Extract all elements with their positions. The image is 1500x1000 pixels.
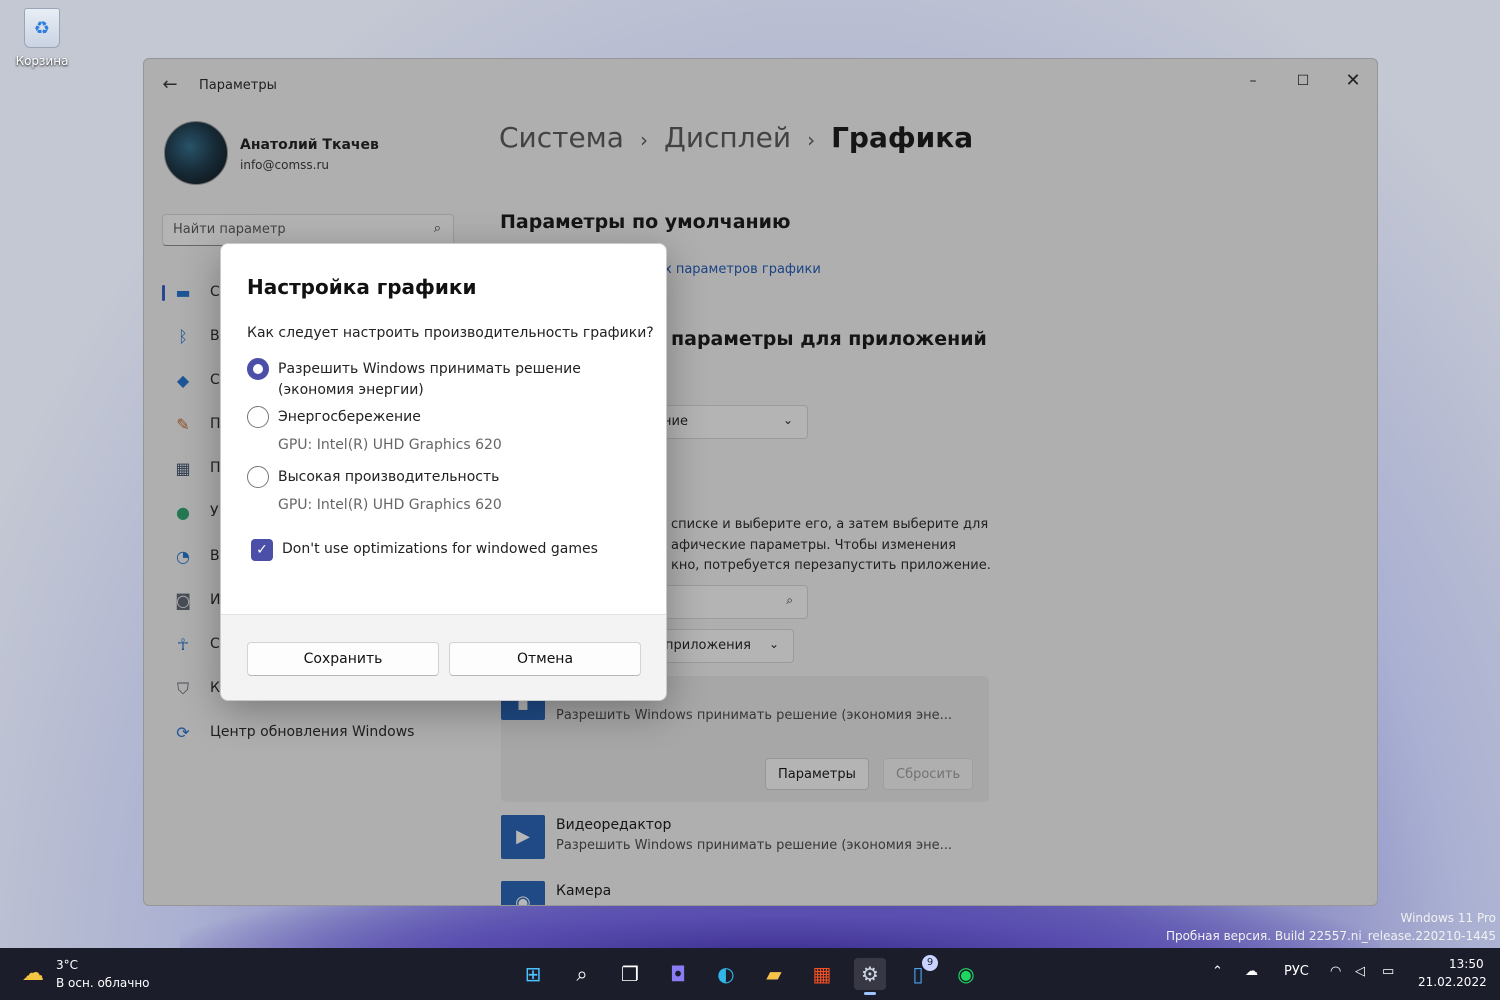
radio-let-windows-decide[interactable] — [247, 358, 269, 380]
radio-power-saving[interactable] — [247, 406, 269, 428]
clock-date[interactable]: 21.02.2022 — [1418, 975, 1487, 989]
graphics-settings-dialog: Настройка графики Как следует настроить … — [220, 243, 667, 701]
taskbar: ☁ 3°C В осн. облачно ⊞ ⌕ ❐ ◘ ◐ ▰ ▦ ⚙ ▯ 9… — [0, 948, 1500, 1000]
high-performance-gpu: GPU: Intel(R) UHD Graphics 620 — [278, 497, 502, 513]
power-saving-gpu: GPU: Intel(R) UHD Graphics 620 — [278, 437, 502, 453]
weather-temperature[interactable]: 3°C — [56, 958, 78, 972]
option-power-saving: Энергосбережение — [278, 409, 421, 425]
onedrive-icon[interactable]: ☁ — [1245, 964, 1258, 979]
watermark-build: Пробная версия. Build 22557.ni_release.2… — [1165, 929, 1496, 943]
task-view-icon[interactable]: ❐ — [614, 958, 646, 990]
option-high-performance: Высокая производительность — [278, 469, 500, 485]
windowed-games-checkbox[interactable]: ✓ — [251, 539, 273, 561]
clock-time[interactable]: 13:50 — [1449, 957, 1484, 971]
weather-icon[interactable]: ☁ — [22, 961, 44, 986]
explorer-icon[interactable]: ▰ — [758, 958, 790, 990]
wifi-icon[interactable]: ◠ — [1330, 964, 1341, 979]
save-button[interactable]: Сохранить — [247, 642, 439, 676]
option-let-windows-decide-line2: (экономия энергии) — [278, 382, 424, 398]
weather-description[interactable]: В осн. облачно — [56, 976, 150, 990]
settings-icon[interactable]: ⚙ — [854, 958, 886, 995]
spotify-icon[interactable]: ◉ — [950, 958, 982, 990]
recycle-bin-icon: ♻ — [24, 8, 60, 48]
edge-icon[interactable]: ◐ — [710, 958, 742, 990]
dialog-question: Как следует настроить производительность… — [247, 325, 654, 341]
recycle-bin-label: Корзина — [15, 54, 69, 68]
dialog-footer: Сохранить Отмена — [221, 614, 666, 700]
cancel-button[interactable]: Отмена — [449, 642, 641, 676]
notification-badge: 9 — [922, 955, 938, 971]
watermark-edition: Windows 11 Pro — [1400, 911, 1496, 925]
chevron-up-icon[interactable]: ⌃ — [1212, 964, 1223, 979]
radio-high-performance[interactable] — [247, 466, 269, 488]
search-icon[interactable]: ⌕ — [566, 958, 598, 990]
volume-icon[interactable]: ◁ — [1355, 964, 1365, 979]
dialog-title: Настройка графики — [247, 275, 477, 299]
store-icon[interactable]: ▦ — [806, 958, 838, 990]
option-let-windows-decide-line1: Разрешить Windows принимать решение — [278, 361, 581, 377]
battery-icon[interactable]: ▭ — [1382, 964, 1394, 979]
start-icon[interactable]: ⊞ — [517, 958, 549, 990]
recycle-bin-shortcut[interactable]: ♻ Корзина — [12, 8, 72, 68]
chat-icon[interactable]: ◘ — [662, 958, 694, 990]
windowed-games-label: Don't use optimizations for windowed gam… — [282, 541, 598, 557]
language-indicator[interactable]: РУС — [1284, 964, 1309, 979]
